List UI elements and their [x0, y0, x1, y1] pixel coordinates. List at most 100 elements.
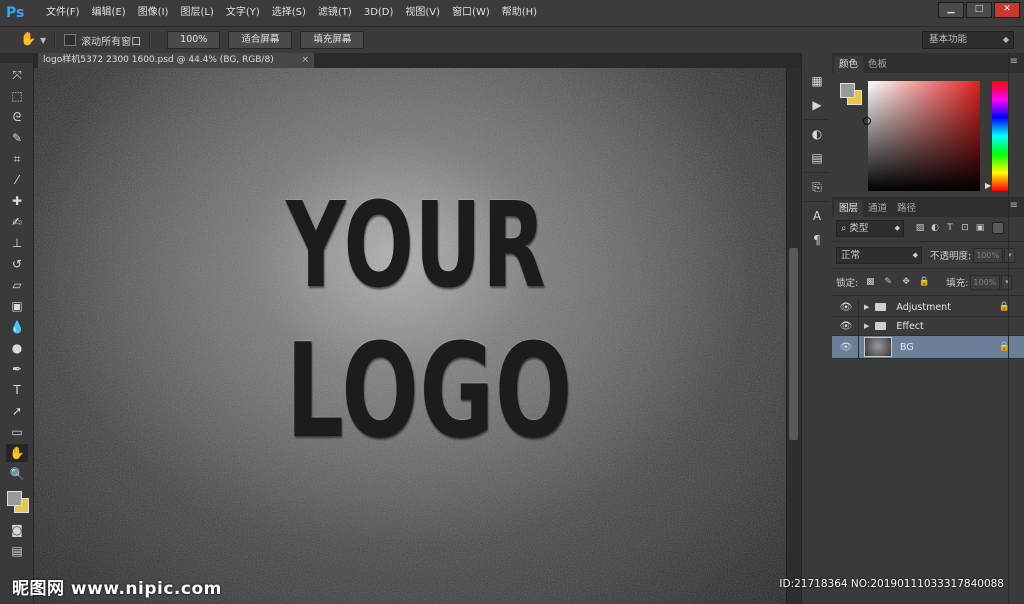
chevron-down-icon: ◆: [894, 223, 900, 232]
minimize-button[interactable]: ▁: [938, 2, 964, 18]
document-tab[interactable]: logo样机5372 2300 1600.psd @ 44.4% (BG, RG…: [38, 53, 314, 68]
zoom-tool-icon[interactable]: 🔍: [6, 465, 28, 483]
hue-slider[interactable]: [992, 81, 1008, 191]
chevron-down-icon[interactable]: ▾: [1004, 247, 1016, 263]
paragraph-icon[interactable]: ¶: [807, 230, 827, 250]
tab-color[interactable]: 颜色: [834, 56, 864, 73]
chevron-down-icon[interactable]: ▼: [40, 36, 46, 45]
lock-transparent-icon[interactable]: ▩: [864, 276, 876, 288]
type-tool-icon[interactable]: T: [6, 381, 28, 399]
tab-channels[interactable]: 通道: [863, 200, 892, 217]
layer-thumbnail: [864, 337, 892, 357]
spot-heal-tool-icon[interactable]: ✚: [6, 192, 28, 210]
eye-icon[interactable]: 👁: [838, 302, 854, 313]
menu-help[interactable]: 帮助(H): [496, 0, 543, 26]
lock-pixels-icon[interactable]: ✎: [882, 276, 894, 288]
opacity-field[interactable]: 100%: [973, 247, 1004, 263]
lock-all-icon[interactable]: 🔒: [918, 276, 930, 288]
smart-object-filter-icon[interactable]: ▣: [974, 222, 986, 234]
scroll-all-windows-checkbox[interactable]: [64, 34, 77, 46]
color-panel-tabs: 颜色 色板 ≡: [832, 53, 1024, 73]
hue-slider-handle[interactable]: ▶: [985, 181, 991, 190]
close-icon[interactable]: ×: [301, 53, 309, 68]
color-picker-marker[interactable]: [863, 117, 871, 125]
workspace-select[interactable]: 基本功能 ◆: [922, 31, 1014, 49]
panel-menu-icon[interactable]: ≡: [1010, 56, 1018, 67]
tab-swatches[interactable]: 色板: [863, 56, 892, 73]
foreground-color-swatch[interactable]: [7, 491, 22, 506]
quick-select-tool-icon[interactable]: ✎: [6, 129, 28, 147]
rectangle-tool-icon[interactable]: ▭: [6, 423, 28, 441]
menu-file[interactable]: 文件(F): [40, 0, 86, 26]
menu-type[interactable]: 文字(Y): [220, 0, 266, 26]
fill-screen-button[interactable]: 填充屏幕: [300, 31, 365, 49]
chevron-down-icon[interactable]: ▾: [1001, 274, 1013, 290]
fit-screen-button[interactable]: 适合屏幕: [228, 31, 293, 49]
quick-mask-icon[interactable]: ◙: [6, 521, 28, 539]
tab-paths[interactable]: 路径: [892, 200, 921, 217]
screen-mode-icon[interactable]: ▤: [6, 542, 28, 560]
shape-filter-icon[interactable]: ⊡: [959, 222, 971, 234]
tab-layers[interactable]: 图层: [834, 200, 864, 217]
type-filter-icon[interactable]: T: [944, 222, 956, 234]
clone-source-icon[interactable]: ⎘: [807, 177, 827, 197]
adjustment-filter-icon[interactable]: ◐: [929, 222, 941, 234]
maximize-button[interactable]: □: [966, 2, 992, 18]
actions-play-icon[interactable]: ▶: [807, 95, 827, 115]
document-canvas[interactable]: YOUR LOGO: [34, 68, 786, 604]
path-select-tool-icon[interactable]: ➚: [6, 402, 28, 420]
adjustments-icon[interactable]: ◐: [807, 124, 827, 144]
filter-toggle[interactable]: [992, 222, 1004, 234]
layer-row-bg[interactable]: 👁 BG 🔒: [832, 336, 1024, 359]
chevron-right-icon[interactable]: ▶: [864, 303, 869, 311]
character-icon[interactable]: A: [807, 206, 827, 226]
menu-3d[interactable]: 3D(D): [358, 0, 400, 26]
menu-view[interactable]: 视图(V): [399, 0, 446, 26]
scrollbar-thumb[interactable]: [789, 248, 798, 440]
layer-row-effect[interactable]: 👁 ▶ Effect: [832, 317, 1024, 336]
eyedropper-tool-icon[interactable]: ⁄: [6, 171, 28, 189]
dodge-tool-icon[interactable]: ●: [6, 339, 28, 357]
menu-filter[interactable]: 滤镜(T): [312, 0, 358, 26]
hand-tool-icon[interactable]: ✋: [6, 444, 28, 462]
marquee-tool-icon[interactable]: ⬚: [6, 87, 28, 105]
blur-tool-icon[interactable]: 💧: [6, 318, 28, 336]
blend-mode-select[interactable]: 正常 ◆: [836, 246, 922, 264]
crop-tool-icon[interactable]: ⌗: [6, 150, 28, 168]
zoom-100-button[interactable]: 100%: [167, 31, 221, 49]
foreground-color-swatch[interactable]: [840, 83, 855, 98]
panel-grip[interactable]: [802, 53, 832, 67]
gradient-tool-icon[interactable]: ▣: [6, 297, 28, 315]
color-field[interactable]: [863, 81, 980, 191]
menu-image[interactable]: 图像(I): [132, 0, 175, 26]
eye-icon[interactable]: 👁: [838, 321, 854, 332]
move-tool-icon[interactable]: ⤧: [6, 66, 28, 84]
pen-tool-icon[interactable]: ✒: [6, 360, 28, 378]
stamp-tool-icon[interactable]: ⊥: [6, 234, 28, 252]
eye-icon[interactable]: 👁: [838, 342, 854, 353]
menu-select[interactable]: 选择(S): [266, 0, 312, 26]
chevron-right-icon[interactable]: ▶: [864, 322, 869, 330]
properties-icon[interactable]: ▤: [807, 148, 827, 168]
lasso-tool-icon[interactable]: ᘓ: [6, 108, 28, 126]
close-window-button[interactable]: ✕: [994, 2, 1020, 18]
history-brush-tool-icon[interactable]: ↺: [6, 255, 28, 273]
hand-tool-preset-icon[interactable]: ✋: [20, 31, 38, 49]
window-controls: ▁ □ ✕: [938, 2, 1020, 18]
menu-layer[interactable]: 图层(L): [174, 0, 219, 26]
color-swatches[interactable]: [0, 487, 33, 517]
layer-filter-select[interactable]: ⌕ 类型 ◆: [836, 219, 904, 237]
panel-grip[interactable]: [0, 53, 33, 63]
menu-edit[interactable]: 编辑(E): [86, 0, 132, 26]
history-icon[interactable]: ▦: [807, 71, 827, 91]
lock-position-icon[interactable]: ✥: [900, 276, 912, 288]
eraser-tool-icon[interactable]: ▱: [6, 276, 28, 294]
menu-window[interactable]: 窗口(W): [446, 0, 496, 26]
pixel-filter-icon[interactable]: ▨: [914, 222, 926, 234]
fill-field[interactable]: 100%: [970, 274, 1001, 290]
layer-row-adjustment[interactable]: 👁 ▶ Adjustment 🔒: [832, 298, 1024, 317]
panel-menu-icon[interactable]: ≡: [1010, 200, 1018, 211]
vertical-scrollbar[interactable]: [786, 68, 801, 604]
brush-tool-icon[interactable]: ✍: [6, 213, 28, 231]
menu-items: 文件(F) 编辑(E) 图像(I) 图层(L) 文字(Y) 选择(S) 滤镜(T…: [40, 0, 543, 26]
